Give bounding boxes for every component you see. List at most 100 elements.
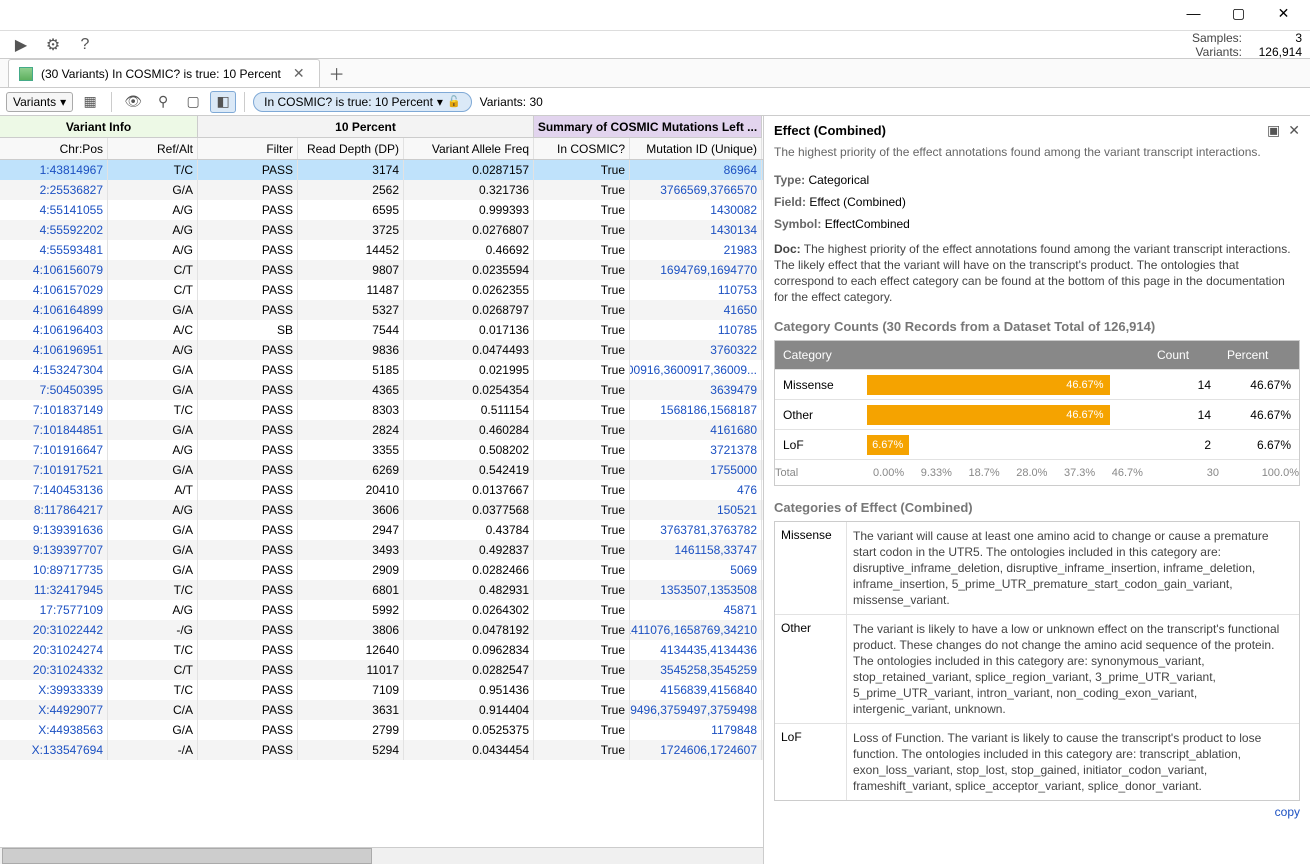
table-row[interactable]: 4:55592202A/GPASS37250.0276807True143013… (0, 220, 763, 240)
tab-label: (30 Variants) In COSMIC? is true: 10 Per… (41, 67, 281, 81)
tab-bar: (30 Variants) In COSMIC? is true: 10 Per… (0, 58, 1310, 88)
category-percent: 46.67% (1219, 378, 1299, 392)
table-row[interactable]: 9:139397707G/APASS34930.492837True146115… (0, 540, 763, 560)
table-body[interactable]: 1:43814967T/CPASS31740.0287157True869642… (0, 160, 763, 847)
table-row[interactable]: 4:153247304G/APASS51850.021995True360091… (0, 360, 763, 380)
cell: PASS (198, 660, 298, 680)
filter-chip[interactable]: In COSMIC? is true: 10 Percent▾🔓 (253, 92, 471, 112)
tab-variants[interactable]: (30 Variants) In COSMIC? is true: 10 Per… (8, 59, 320, 87)
run-icon[interactable]: ▶ (8, 34, 34, 56)
table-row[interactable]: X:44938563G/APASS27990.0525375True117984… (0, 720, 763, 740)
gear-icon[interactable]: ⚙ (40, 34, 66, 56)
table-row[interactable]: 7:140453136A/TPASS204100.0137667True476 (0, 480, 763, 500)
cell: A/G (108, 240, 198, 260)
scrollbar-thumb[interactable] (2, 848, 372, 864)
cell: True (534, 740, 630, 760)
cell: 4134435,4134436 (630, 640, 762, 660)
col-refalt[interactable]: Ref/Alt (108, 138, 198, 159)
panel-close-icon[interactable]: ✕ (1288, 122, 1300, 139)
col-mutid[interactable]: Mutation ID (Unique) (630, 138, 762, 159)
sub-toolbar: Variants▾ ▦ 👁 ⚲ ▢ ◧ In COSMIC? is true: … (0, 88, 1310, 116)
cell: True (534, 220, 630, 240)
horizontal-scrollbar[interactable] (0, 847, 763, 864)
cell: C/T (108, 280, 198, 300)
cell: G/A (108, 420, 198, 440)
table-row[interactable]: 2:25536827G/APASS25620.321736True3766569… (0, 180, 763, 200)
table-row[interactable]: 7:101916647A/GPASS33550.508202True372137… (0, 440, 763, 460)
col-chrpos[interactable]: Chr:Pos (0, 138, 108, 159)
table-row[interactable]: 4:106196403A/CSB75440.017136True110785 (0, 320, 763, 340)
cell: 20:31022442 (0, 620, 108, 640)
cell: 0.492837 (404, 540, 534, 560)
table-row[interactable]: 7:101917521G/APASS62690.542419True175500… (0, 460, 763, 480)
tick-label: 18.7% (969, 467, 1000, 479)
variants-dropdown[interactable]: Variants▾ (6, 92, 73, 112)
cell: 11:32417945 (0, 580, 108, 600)
split-icon[interactable]: ◧ (210, 91, 236, 113)
table-row[interactable]: 20:31024332C/TPASS110170.0282547True3545… (0, 660, 763, 680)
window-minimize-button[interactable]: — (1171, 0, 1216, 26)
table-row[interactable]: 4:106156079C/TPASS98070.0235594True16947… (0, 260, 763, 280)
table-row[interactable]: 7:101844851G/APASS28240.460284True416168… (0, 420, 763, 440)
cell: True (534, 460, 630, 480)
cell: 5294 (298, 740, 404, 760)
table-row[interactable]: 4:55593481A/GPASS144520.46692True21983 (0, 240, 763, 260)
cell: 6801 (298, 580, 404, 600)
help-icon[interactable]: ? (72, 34, 98, 56)
layout-icon[interactable]: ▦ (77, 91, 103, 113)
table-row[interactable]: 4:106164899G/APASS53270.0268797True41650 (0, 300, 763, 320)
table-row[interactable]: 7:101837149T/CPASS83030.511154True156818… (0, 400, 763, 420)
table-row[interactable]: 10:89717735G/APASS29090.0282466True5069 (0, 560, 763, 580)
person-icon[interactable]: ⚲ (150, 91, 176, 113)
cell: 7:101917521 (0, 460, 108, 480)
cell: PASS (198, 540, 298, 560)
effect-name: LoF (775, 724, 847, 800)
col-vaf[interactable]: Variant Allele Freq (404, 138, 534, 159)
copy-link[interactable]: copy (774, 801, 1300, 823)
table-row[interactable]: 17:7577109A/GPASS59920.0264302True45871 (0, 600, 763, 620)
cell: A/T (108, 480, 198, 500)
cell: True (534, 500, 630, 520)
cell: 1411076,1658769,34210 (630, 620, 762, 640)
tab-add-button[interactable]: ＋ (324, 62, 350, 84)
table-row[interactable]: 20:31022442-/GPASS38060.0478192True14110… (0, 620, 763, 640)
effect-name: Missense (775, 522, 847, 614)
panel-maximize-icon[interactable]: ▣ (1267, 122, 1280, 139)
table-row[interactable]: 7:50450395G/APASS43650.0254354True363947… (0, 380, 763, 400)
kv-symbol: Symbol: EffectCombined (774, 217, 1300, 231)
table-row[interactable]: X:133547694-/APASS52940.0434454True17246… (0, 740, 763, 760)
cell: T/C (108, 680, 198, 700)
cell: 0.0268797 (404, 300, 534, 320)
cell: True (534, 360, 630, 380)
cat-head-category: Category (775, 341, 867, 369)
cell: True (534, 300, 630, 320)
table-row[interactable]: 4:106196951A/GPASS98360.0474493True37603… (0, 340, 763, 360)
table-row[interactable]: 11:32417945T/CPASS68010.482931True135350… (0, 580, 763, 600)
table-row[interactable]: 20:31024274T/CPASS126400.0962834True4134… (0, 640, 763, 660)
cat-foot-percent: 100.0% (1219, 467, 1299, 479)
cell: 45871 (630, 600, 762, 620)
cell: 3600916,3600917,36009... (630, 360, 762, 380)
col-depth[interactable]: Read Depth (DP) (298, 138, 404, 159)
table-row[interactable]: 4:55141055A/GPASS65950.999393True1430082 (0, 200, 763, 220)
column-group-variant-info: Variant Info (0, 116, 198, 138)
table-row[interactable]: X:44929077C/APASS36310.914404True3759496… (0, 700, 763, 720)
window-close-button[interactable]: ✕ (1261, 0, 1306, 26)
table-row[interactable]: 4:106157029C/TPASS114870.0262355True1107… (0, 280, 763, 300)
eye-icon[interactable]: 👁 (120, 91, 146, 113)
window-maximize-button[interactable]: ▢ (1216, 0, 1261, 26)
cell: 0.021995 (404, 360, 534, 380)
table-row[interactable]: X:39933339T/CPASS71090.951436True4156839… (0, 680, 763, 700)
col-incosmic[interactable]: In COSMIC? (534, 138, 630, 159)
cell: 0.0478192 (404, 620, 534, 640)
table-row[interactable]: 1:43814967T/CPASS31740.0287157True86964 (0, 160, 763, 180)
cell: G/A (108, 300, 198, 320)
tab-close-icon[interactable]: ✕ (289, 65, 309, 82)
cell: 3631 (298, 700, 404, 720)
cell: 8303 (298, 400, 404, 420)
category-percent: 46.67% (1219, 408, 1299, 422)
rect-icon[interactable]: ▢ (180, 91, 206, 113)
table-row[interactable]: 9:139391636G/APASS29470.43784True3763781… (0, 520, 763, 540)
table-row[interactable]: 8:117864217A/GPASS36060.0377568True15052… (0, 500, 763, 520)
col-filter[interactable]: Filter (198, 138, 298, 159)
